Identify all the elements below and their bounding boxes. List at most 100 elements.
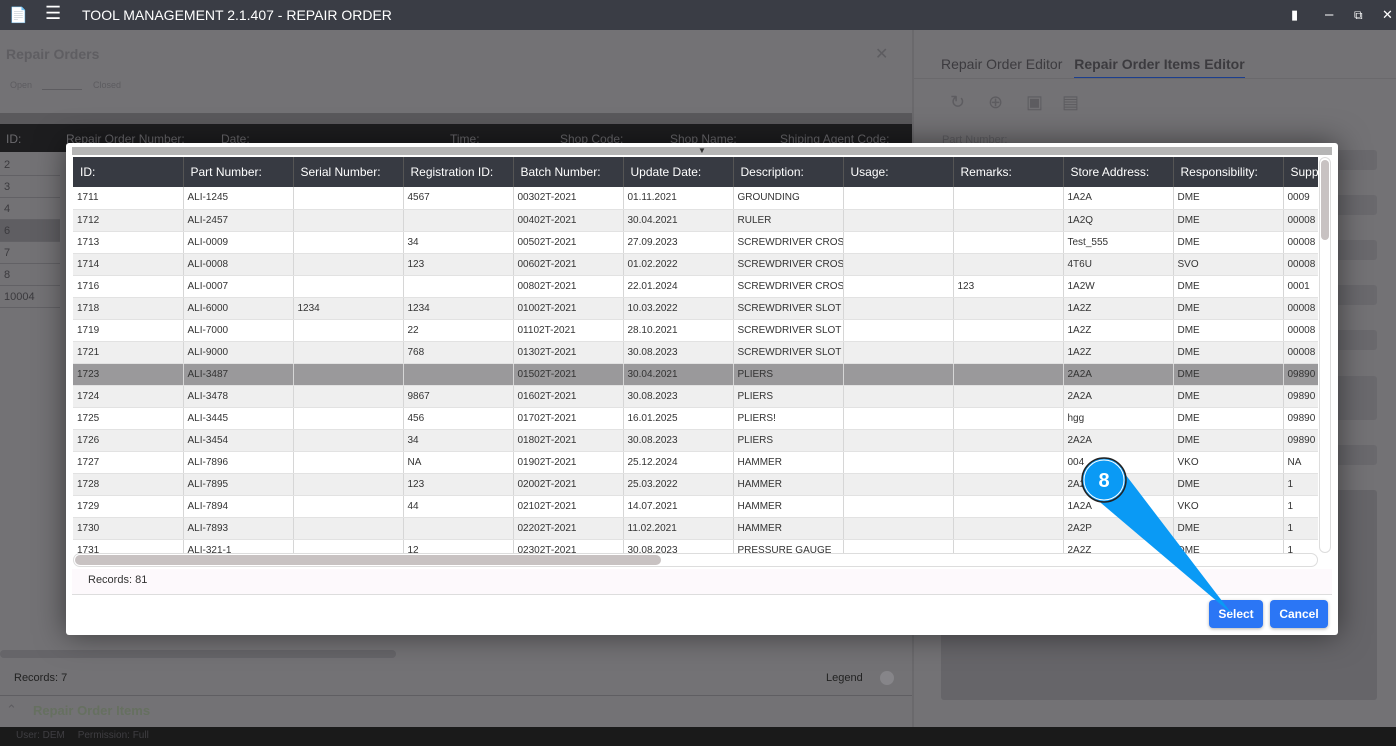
column-header[interactable]: Serial Number: — [293, 157, 404, 187]
table-row[interactable]: 1712 ALI-2457 00402T-2021 30.04.2021 RULER 1A… — [73, 209, 1318, 232]
table-cell: 2A2A — [1063, 385, 1174, 408]
table-cell — [293, 275, 404, 298]
collapse-icon[interactable]: ⌃ — [6, 702, 17, 718]
table-cell — [953, 517, 1064, 540]
table-row[interactable]: 6 — [0, 220, 60, 242]
table-cell: 02102T-2021 — [513, 495, 624, 518]
table-cell — [843, 297, 954, 320]
table-cell — [293, 231, 404, 254]
delete-icon[interactable]: ▤ — [1062, 92, 1079, 113]
table-row[interactable]: 1731 ALI-321-1 12 02302T-2021 30.08.2023 PRES… — [73, 539, 1318, 553]
table-cell: 1725 — [73, 407, 184, 430]
table-cell — [843, 341, 954, 364]
table-cell — [953, 385, 1064, 408]
table-cell — [403, 363, 514, 386]
table-row[interactable]: 1716 ALI-0007 00802T-2021 22.01.2024 SCREWDR… — [73, 275, 1318, 298]
table-cell: DME — [1173, 275, 1284, 298]
column-header[interactable]: Description: — [733, 157, 844, 187]
table-cell: VKO — [1173, 495, 1284, 518]
table-cell: ALI-7896 — [183, 451, 294, 474]
open-closed-toggle[interactable] — [42, 80, 82, 90]
restore-button[interactable]: ⧉ — [1354, 8, 1363, 23]
table-cell: SCREWDRIVER SLOT — [733, 319, 844, 342]
table-row[interactable]: 1727 ALI-7896 NA 01902T-2021 25.12.2024 HAMME… — [73, 451, 1318, 474]
table-cell: 00008 — [1283, 231, 1318, 254]
table-row[interactable]: 1726 ALI-3454 34 01802T-2021 30.08.2023 PLIER… — [73, 429, 1318, 452]
table-cell: 00802T-2021 — [513, 275, 624, 298]
close-panel-icon[interactable]: ✕ — [875, 44, 888, 64]
document-icon: 📄 — [9, 7, 28, 24]
table-cell — [843, 363, 954, 386]
table-row[interactable]: 8 — [0, 264, 60, 286]
table-row[interactable]: 10004 — [0, 286, 60, 308]
table-row[interactable]: 1718 ALI-6000 1234 1234 01002T-2021 10.03.202… — [73, 297, 1318, 320]
legend-label[interactable]: Legend — [826, 672, 863, 684]
table-row[interactable]: 1729 ALI-7894 44 02102T-2021 14.07.2021 HAMME… — [73, 495, 1318, 518]
drag-handle[interactable]: ▼ — [72, 147, 1332, 155]
column-header[interactable]: Remarks: — [953, 157, 1064, 187]
table-cell: 44 — [403, 495, 514, 518]
column-header[interactable]: Update Date: — [623, 157, 734, 187]
table-row[interactable]: 2 — [0, 154, 60, 176]
feedback-icon[interactable]: ▮ — [1291, 7, 1298, 23]
legend-icon[interactable] — [880, 671, 894, 685]
table-cell: 1713 — [73, 231, 184, 254]
horizontal-scrollbar[interactable] — [0, 650, 396, 658]
table-cell: 004 — [1063, 451, 1174, 474]
table-cell: 01802T-2021 — [513, 429, 624, 452]
menu-icon[interactable]: ☰ — [45, 3, 61, 24]
table-cell: 768 — [403, 341, 514, 364]
table-cell — [293, 209, 404, 232]
column-header[interactable]: Usage: — [843, 157, 954, 187]
table-cell: ALI-1245 — [183, 187, 294, 210]
column-header[interactable]: Store Address: — [1063, 157, 1174, 187]
table-row[interactable]: 7 — [0, 242, 60, 264]
table-cell: 2A2A — [1063, 429, 1174, 452]
save-icon[interactable]: ▣ — [1026, 92, 1043, 113]
table-cell — [843, 209, 954, 232]
table-row[interactable]: 1719 ALI-7000 22 01102T-2021 28.10.2021 SCREW… — [73, 319, 1318, 342]
select-button[interactable]: Select — [1209, 600, 1263, 628]
table-cell: 00502T-2021 — [513, 231, 624, 254]
column-header[interactable]: Responsibility: — [1173, 157, 1284, 187]
cancel-button[interactable]: Cancel — [1270, 600, 1328, 628]
horizontal-scrollbar[interactable] — [73, 553, 1318, 567]
table-cell: 09890 — [1283, 385, 1318, 408]
tab-repair-order-editor[interactable]: Repair Order Editor — [941, 56, 1062, 72]
close-button[interactable]: ✕ — [1382, 7, 1393, 23]
table-cell: ALI-0007 — [183, 275, 294, 298]
undo-icon[interactable]: ↻ — [950, 92, 965, 113]
table-cell: HAMMER — [733, 495, 844, 518]
table-row[interactable]: 3 — [0, 176, 60, 198]
add-icon[interactable]: ⊕ — [988, 92, 1003, 113]
table-cell: 00008 — [1283, 341, 1318, 364]
vertical-scrollbar[interactable] — [1319, 157, 1331, 553]
table-cell — [843, 407, 954, 430]
table-cell: 00008 — [1283, 319, 1318, 342]
table-cell: 30.08.2023 — [623, 539, 734, 553]
column-header[interactable]: Suppl — [1283, 157, 1318, 187]
column-header[interactable]: Part Number: — [183, 157, 294, 187]
table-row[interactable]: 1723 ALI-3487 01502T-2021 30.04.2021 PLIERS 2… — [73, 363, 1318, 386]
table-row[interactable]: 1714 ALI-0008 123 00602T-2021 01.02.2022 SCRE… — [73, 253, 1318, 276]
table-cell: 00602T-2021 — [513, 253, 624, 276]
table-row[interactable]: 1725 ALI-3445 456 01702T-2021 16.01.2025 PLIE… — [73, 407, 1318, 430]
table-cell: 28.10.2021 — [623, 319, 734, 342]
table-row[interactable]: 1724 ALI-3478 9867 01602T-2021 30.08.2023 PLI… — [73, 385, 1318, 408]
tab-repair-order-items-editor[interactable]: Repair Order Items Editor — [1074, 56, 1245, 79]
table-row[interactable]: 1721 ALI-9000 768 01302T-2021 30.08.2023 SCRE… — [73, 341, 1318, 364]
column-header[interactable]: ID: — [73, 157, 184, 187]
table-row[interactable]: 1728 ALI-7895 123 02002T-2021 25.03.2022 HAMM… — [73, 473, 1318, 496]
column-header[interactable]: Registration ID: — [403, 157, 514, 187]
column-header[interactable]: Batch Number: — [513, 157, 624, 187]
table-cell: 09890 — [1283, 363, 1318, 386]
minimize-button[interactable]: – — [1325, 6, 1333, 23]
table-cell — [293, 451, 404, 474]
table-row[interactable]: 1711 ALI-1245 4567 00302T-2021 01.11.2021 GRO… — [73, 187, 1318, 210]
table-row[interactable]: 1713 ALI-0009 34 00502T-2021 27.09.2023 SCREW… — [73, 231, 1318, 254]
table-cell: ALI-7893 — [183, 517, 294, 540]
table-cell: 34 — [403, 231, 514, 254]
table-row[interactable]: 4 — [0, 198, 60, 220]
table-cell: 2A2P — [1063, 517, 1174, 540]
table-row[interactable]: 1730 ALI-7893 02202T-2021 11.02.2021 HAMMER 2… — [73, 517, 1318, 540]
